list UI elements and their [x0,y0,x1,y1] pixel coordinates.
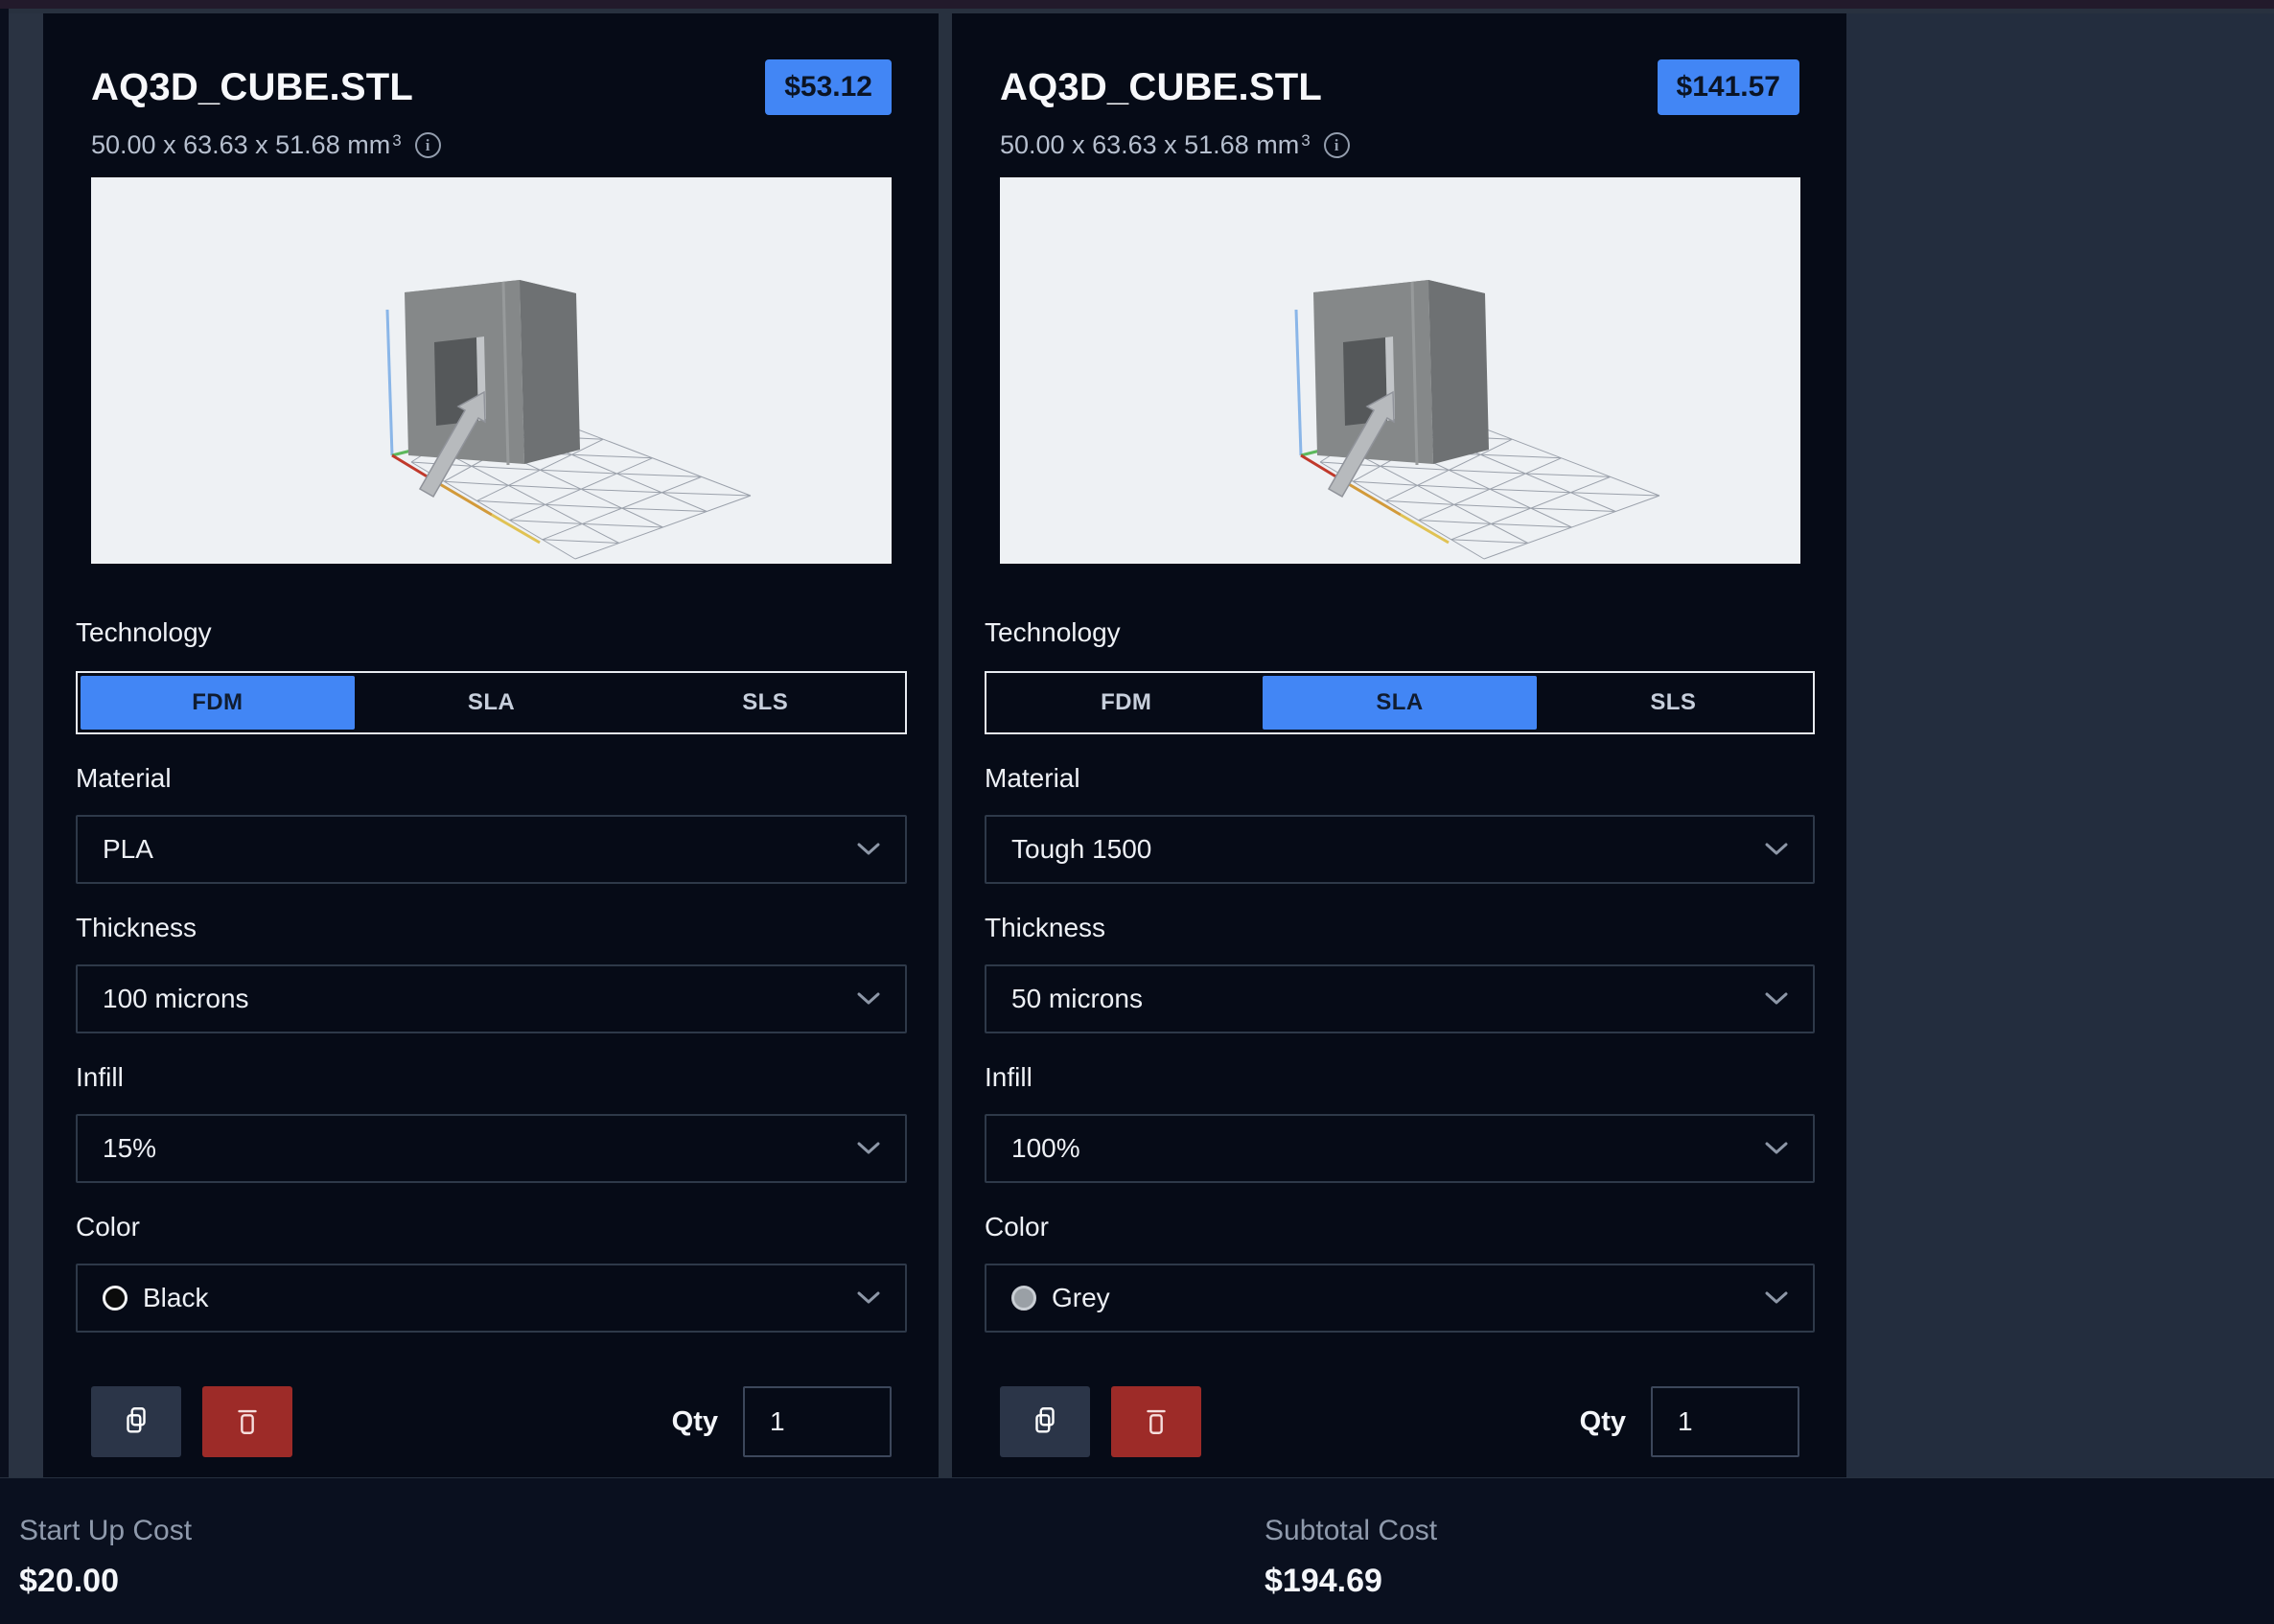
technology-option-sla[interactable]: SLA [1263,676,1536,730]
chevron-down-icon [857,843,880,856]
dimensions-text: 50.00 x 63.63 x 51.68 mm [1000,130,1299,160]
top-edge-bar [0,0,2274,9]
color-label: Color [985,1212,1815,1242]
infill-label: Infill [985,1062,1815,1093]
color-swatch [1011,1286,1036,1311]
delete-button[interactable] [1111,1386,1201,1457]
info-icon[interactable]: i [415,132,441,158]
model-dimensions: 50.00 x 63.63 x 51.68 mm3 i [1000,130,1799,160]
thickness-select[interactable]: 50 microns [985,964,1815,1033]
model-dimensions: 50.00 x 63.63 x 51.68 mm3 i [91,130,892,160]
quote-card-1: AQ3D_CUBE.STL $53.12 50.00 x 63.63 x 51.… [43,13,939,1477]
cube-model [1313,280,1489,465]
technology-option-sla[interactable]: SLA [355,676,629,730]
material-select[interactable]: Tough 1500 [985,815,1815,884]
infill-label: Infill [76,1062,907,1093]
cube-model [405,280,580,465]
color-select[interactable]: Black [76,1264,907,1333]
thickness-label: Thickness [985,913,1815,943]
file-title: AQ3D_CUBE.STL [1000,66,1322,109]
delete-button[interactable] [202,1386,292,1457]
color-swatch [103,1286,128,1311]
chevron-down-icon [857,1291,880,1305]
technology-option-fdm[interactable]: FDM [989,676,1263,730]
chevron-down-icon [857,1142,880,1155]
start-up-cost-value: $20.00 [19,1563,192,1600]
technology-option-sls[interactable]: SLS [628,676,902,730]
chevron-down-icon [1765,1291,1788,1305]
start-up-cost-label: Start Up Cost [19,1515,192,1547]
dimensions-exponent: 3 [392,130,401,149]
technology-option-sls[interactable]: SLS [1537,676,1810,730]
subtotal-cost-label: Subtotal Cost [1265,1515,1437,1547]
qty-input[interactable] [743,1386,892,1457]
qty-label: Qty [1580,1406,1626,1438]
infill-select[interactable]: 15% [76,1114,907,1183]
technology-option-fdm[interactable]: FDM [81,676,355,730]
thickness-label: Thickness [76,913,907,943]
infill-select[interactable]: 100% [985,1114,1815,1183]
thickness-select[interactable]: 100 microns [76,964,907,1033]
technology-selector: FDM SLA SLS [985,671,1815,734]
chevron-down-icon [857,992,880,1006]
duplicate-icon [1029,1404,1061,1440]
card-divider [939,13,952,1477]
model-viewer[interactable] [91,177,892,564]
technology-label: Technology [76,617,907,648]
quote-card-2: AQ3D_CUBE.STL $141.57 50.00 x 63.63 x 51… [952,13,1846,1477]
qty-input[interactable] [1651,1386,1799,1457]
duplicate-button[interactable] [91,1386,181,1457]
duplicate-button[interactable] [1000,1386,1090,1457]
technology-label: Technology [985,617,1815,648]
price-badge: $53.12 [765,59,892,115]
color-label: Color [76,1212,907,1242]
chevron-down-icon [1765,992,1788,1006]
price-badge: $141.57 [1658,59,1799,115]
chevron-down-icon [1765,1142,1788,1155]
subtotal-cost-value: $194.69 [1265,1563,1437,1600]
model-viewer[interactable] [1000,177,1800,564]
file-title: AQ3D_CUBE.STL [91,66,413,109]
chevron-down-icon [1765,843,1788,856]
cost-summary-bar: Start Up Cost $20.00 Subtotal Cost $194.… [0,1477,2274,1624]
info-icon[interactable]: i [1324,132,1350,158]
duplicate-icon [120,1404,152,1440]
trash-icon [231,1404,264,1440]
dimensions-text: 50.00 x 63.63 x 51.68 mm [91,130,390,160]
qty-label: Qty [672,1406,718,1438]
color-select[interactable]: Grey [985,1264,1815,1333]
material-label: Material [76,763,907,794]
material-select[interactable]: PLA [76,815,907,884]
quote-panel: AQ3D_CUBE.STL $53.12 50.00 x 63.63 x 51.… [0,13,2274,1477]
page-background [1846,13,2274,1477]
dimensions-exponent: 3 [1301,130,1310,149]
scrollbar[interactable] [9,13,43,1477]
technology-selector: FDM SLA SLS [76,671,907,734]
trash-icon [1140,1404,1172,1440]
material-label: Material [985,763,1815,794]
